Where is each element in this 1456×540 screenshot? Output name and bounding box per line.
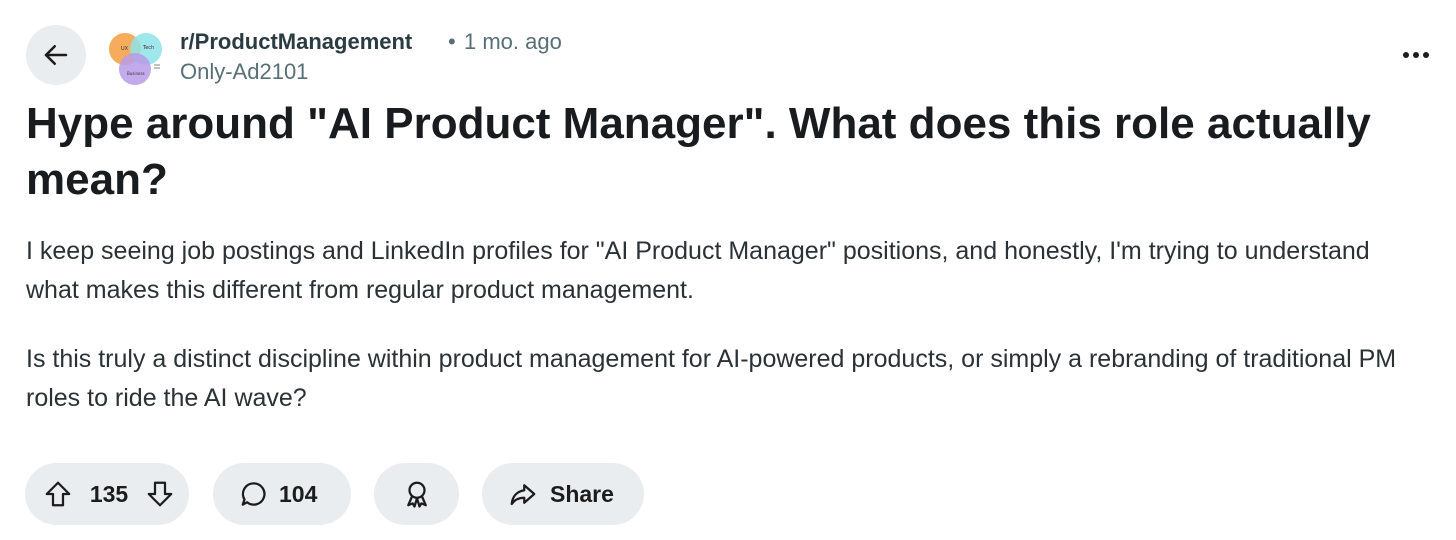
avatar-label-tech: Tech: [142, 45, 154, 51]
comments-button[interactable]: 104: [213, 463, 351, 525]
downvote-arrow-icon: [147, 481, 173, 507]
comment-count: 104: [279, 480, 318, 507]
venn-avatar-image: UX Tech Business: [109, 33, 162, 85]
back-button[interactable]: [26, 25, 86, 85]
vote-count: 135: [89, 480, 129, 507]
avatar-label-business: Business: [127, 71, 145, 76]
more-options-button[interactable]: [1396, 40, 1436, 70]
post-author[interactable]: Only-Ad2101: [180, 58, 308, 86]
post-time: 1 mo. ago: [464, 29, 562, 54]
subreddit-avatar[interactable]: UX Tech Business: [104, 28, 166, 90]
upvote-button[interactable]: [43, 479, 73, 509]
upvote-arrow-icon: [45, 481, 71, 507]
post-title: Hype around "AI Product Manager". What d…: [26, 99, 1371, 204]
share-label: Share: [550, 480, 614, 507]
vote-bar: 135: [25, 463, 189, 525]
post-paragraph: I keep seeing job postings and LinkedIn …: [26, 237, 1370, 304]
avatar-label-ux: UX: [121, 46, 129, 52]
arrow-left-icon: [44, 45, 68, 65]
comment-bubble-icon: [241, 482, 266, 506]
post-paragraph: Is this truly a distinct discipline with…: [26, 345, 1397, 412]
meta-separator: •: [448, 29, 456, 54]
subreddit-name[interactable]: r/ProductManagement: [180, 28, 412, 56]
share-arrow-icon: [510, 484, 536, 506]
award-icon: [406, 481, 427, 508]
award-button[interactable]: [374, 463, 459, 525]
downvote-button[interactable]: [145, 479, 175, 509]
share-button[interactable]: Share: [482, 463, 644, 525]
more-horizontal-icon: [1403, 52, 1429, 58]
